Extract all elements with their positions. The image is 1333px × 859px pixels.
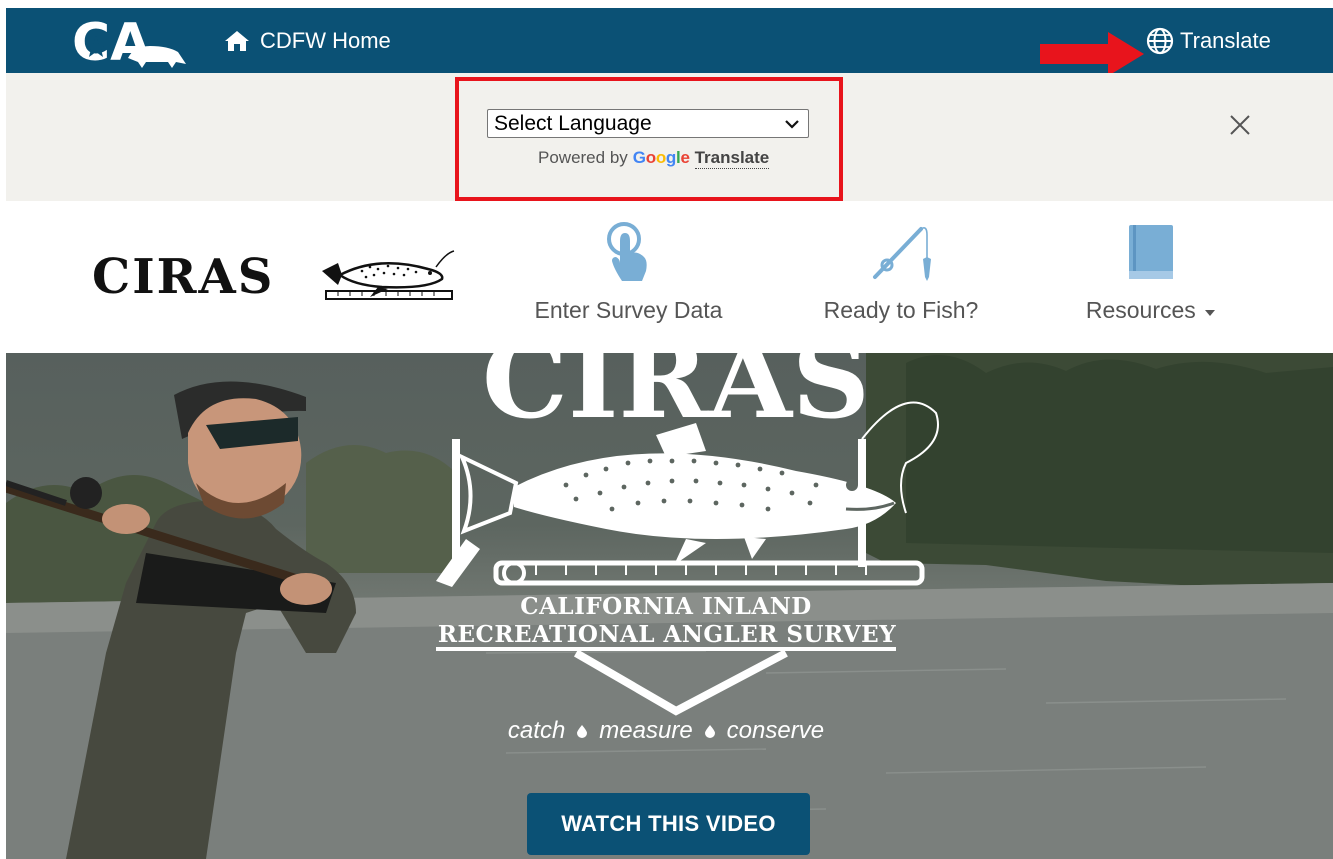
language-select[interactable]: Select Language — [487, 109, 809, 138]
hero-subtitle-line1: CALIFORNIA INLAND — [520, 593, 812, 620]
watch-video-button[interactable]: WATCH THIS VIDEO — [527, 793, 810, 855]
powered-by-label: Powered by — [538, 148, 628, 167]
top-bar: CA CDFW Home Translate — [6, 8, 1333, 76]
nav-resources-label: Resources — [1086, 297, 1216, 324]
hero-banner: CIRAS CALIFORNIA INLAND RECREATIONAL ANG… — [6, 353, 1333, 859]
tagline-conserve: conserve — [726, 717, 825, 744]
highlight-annotation-box — [455, 77, 843, 201]
close-icon[interactable] — [1228, 113, 1252, 137]
translate-label: Translate — [1180, 28, 1271, 53]
nav-resources-dropdown[interactable]: Resources — [1076, 221, 1226, 324]
nav-ready-to-fish[interactable]: Ready to Fish? — [806, 221, 996, 324]
ciras-brand-text: CIRAS — [92, 249, 275, 305]
language-select-value: Select Language — [494, 111, 652, 135]
translate-link[interactable]: Translate — [1146, 25, 1271, 57]
google-translate-link[interactable]: Translate — [694, 148, 770, 169]
home-icon — [225, 31, 249, 51]
svg-text:CA: CA — [72, 13, 150, 72]
hero-tagline: catch measure conserve — [406, 717, 926, 745]
water-drop-icon — [704, 725, 715, 738]
tagline-catch: catch — [507, 717, 566, 744]
hero-subtitle-line2: RECREATIONAL ANGLER SURVEY — [437, 621, 897, 648]
tagline-measure: measure — [599, 717, 693, 744]
water-drop-icon — [577, 725, 588, 738]
red-arrow-annotation — [1040, 32, 1144, 76]
nav-enter-survey-data-label: Enter Survey Data — [534, 297, 723, 323]
google-logo[interactable]: Google — [633, 148, 690, 168]
nav-enter-survey-data[interactable]: Enter Survey Data — [521, 221, 736, 324]
ciras-logo[interactable]: CIRAS — [92, 245, 462, 309]
caret-down-icon — [1205, 310, 1216, 316]
trout-on-ruler-icon — [322, 250, 455, 300]
cdfw-home-label: CDFW Home — [260, 28, 391, 53]
fishing-rod-icon — [873, 227, 931, 281]
pointer-tap-icon — [606, 222, 647, 281]
main-nav: CIRAS Enter Survey Data Ready to Fish? R… — [6, 201, 1333, 353]
powered-by-google: Powered by Google Translate — [538, 148, 770, 169]
book-icon — [1129, 225, 1173, 279]
globe-icon — [1146, 27, 1174, 55]
ciras-hero-emblem: CIRAS — [436, 353, 939, 716]
nav-ready-to-fish-label: Ready to Fish? — [823, 297, 979, 323]
cdfw-home-link[interactable]: CDFW Home — [224, 26, 391, 56]
chevron-down-icon — [785, 120, 799, 129]
ca-state-logo[interactable]: CA — [70, 10, 190, 72]
translate-bar: Select Language Powered by Google Transl… — [6, 73, 1333, 201]
